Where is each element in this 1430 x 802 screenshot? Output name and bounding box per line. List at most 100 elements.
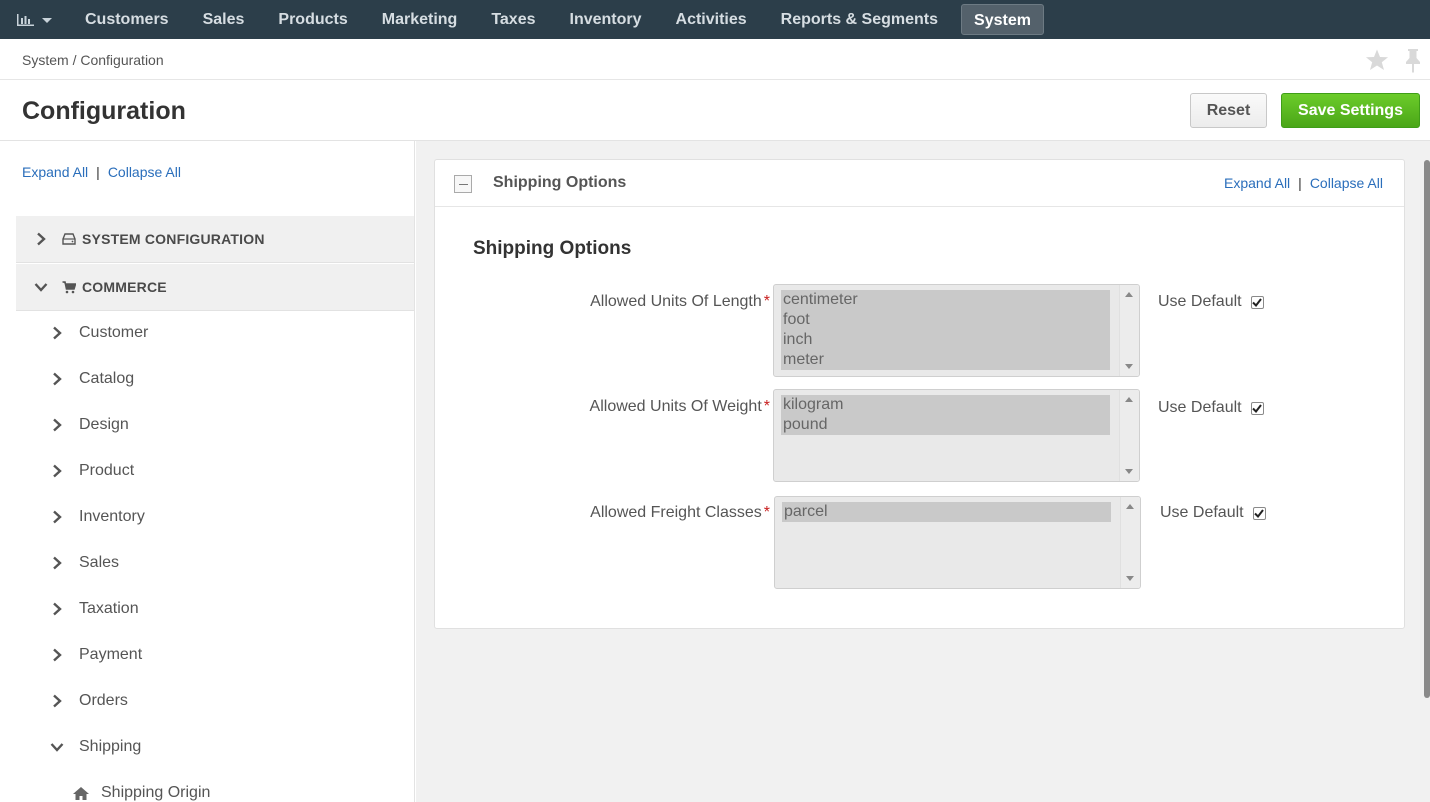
hdd-icon xyxy=(62,233,78,245)
scroll-up-arrow-icon[interactable] xyxy=(1126,504,1134,509)
select-option[interactable]: centimeter xyxy=(781,290,1110,310)
listbox-scrollbar[interactable] xyxy=(1120,497,1140,588)
sidebar-item-label: Shipping xyxy=(79,738,142,755)
chevron-down-icon xyxy=(48,742,66,752)
panel-expand-collapse: Expand All | Collapse All xyxy=(1224,175,1383,191)
sidebar-item-shipping[interactable]: Shipping xyxy=(48,732,141,762)
home-icon xyxy=(72,786,92,801)
field-label-text: Allowed Units Of Weight xyxy=(589,398,762,415)
chevron-right-icon xyxy=(32,232,50,246)
breadcrumb: System / Configuration xyxy=(22,52,164,68)
select-option[interactable]: meter xyxy=(781,350,1110,370)
required-mark: * xyxy=(763,398,770,415)
nav-inventory[interactable]: Inventory xyxy=(553,0,659,39)
sidebar-item-taxation[interactable]: Taxation xyxy=(48,594,139,624)
shopping-cart-icon xyxy=(62,280,78,294)
page-title: Configuration xyxy=(22,97,186,125)
nav-reports-segments[interactable]: Reports & Segments xyxy=(764,0,955,39)
field-label-text: Allowed Units Of Length xyxy=(590,293,762,310)
nav-marketing[interactable]: Marketing xyxy=(365,0,475,39)
sidebar-item-label: Orders xyxy=(79,692,128,709)
scroll-down-arrow-icon[interactable] xyxy=(1126,576,1134,581)
scroll-up-arrow-icon[interactable] xyxy=(1125,292,1133,297)
sidebar-item-inventory[interactable]: Inventory xyxy=(48,502,145,532)
field-label-text: Allowed Freight Classes xyxy=(590,504,762,521)
link-separator: | xyxy=(1298,175,1302,191)
sidebar-expand-collapse: Expand All | Collapse All xyxy=(22,164,181,180)
nav-activities[interactable]: Activities xyxy=(659,0,764,39)
sidebar-item-orders[interactable]: Orders xyxy=(48,686,128,716)
top-navigation: Customers Sales Products Marketing Taxes… xyxy=(0,0,1430,39)
sidebar-collapse-all-link[interactable]: Collapse All xyxy=(108,164,181,180)
select-option[interactable]: kilogram xyxy=(781,395,1110,415)
nav-system[interactable]: System xyxy=(961,4,1044,35)
sidebar-section-label: COMMERCE xyxy=(82,279,167,295)
main-content: Shipping Options Expand All | Collapse All… xyxy=(416,141,1430,802)
section-title: Shipping Options xyxy=(473,238,632,259)
nav-taxes[interactable]: Taxes xyxy=(474,0,552,39)
use-default-freight: Use Default xyxy=(1160,504,1266,522)
listbox-scrollbar[interactable] xyxy=(1119,390,1139,481)
checkmark-icon xyxy=(1254,508,1264,518)
sidebar-item-label: Product xyxy=(79,462,135,479)
shipping-options-panel: Shipping Options Expand All | Collapse All… xyxy=(434,159,1405,629)
scroll-down-arrow-icon[interactable] xyxy=(1125,364,1133,369)
use-default-checkbox[interactable] xyxy=(1252,506,1266,520)
required-mark: * xyxy=(763,293,770,310)
chevron-right-icon xyxy=(48,648,66,662)
units-of-length-select[interactable]: centimeter foot inch meter xyxy=(773,284,1140,377)
collapse-panel-icon[interactable] xyxy=(454,175,472,193)
use-default-label: Use Default xyxy=(1160,504,1244,521)
panel-collapse-all-link[interactable]: Collapse All xyxy=(1310,175,1383,191)
use-default-checkbox[interactable] xyxy=(1250,401,1264,415)
use-default-checkbox[interactable] xyxy=(1250,295,1264,309)
save-settings-button[interactable]: Save Settings xyxy=(1281,93,1420,128)
sidebar-item-label: Design xyxy=(79,416,129,433)
sidebar-expand-all-link[interactable]: Expand All xyxy=(22,164,88,180)
sidebar-item-label: Customer xyxy=(79,324,149,341)
nav-products[interactable]: Products xyxy=(261,0,364,39)
sidebar-item-label: Taxation xyxy=(79,600,139,617)
nav-sales[interactable]: Sales xyxy=(186,0,262,39)
nav-customers[interactable]: Customers xyxy=(68,0,186,39)
dashboard-menu[interactable] xyxy=(0,0,68,39)
sidebar-item-design[interactable]: Design xyxy=(48,410,129,440)
scroll-up-arrow-icon[interactable] xyxy=(1125,397,1133,402)
scroll-down-arrow-icon[interactable] xyxy=(1125,469,1133,474)
select-option[interactable]: parcel xyxy=(782,502,1111,522)
sidebar-section-commerce[interactable]: COMMERCE xyxy=(16,264,414,311)
sidebar-item-sales[interactable]: Sales xyxy=(48,548,119,578)
chevron-right-icon xyxy=(48,418,66,432)
pin-icon[interactable] xyxy=(1402,47,1424,73)
sidebar-item-customer[interactable]: Customer xyxy=(48,318,148,348)
sidebar-item-label: Sales xyxy=(79,554,120,571)
chevron-right-icon xyxy=(48,510,66,524)
field-label-units-of-weight: Allowed Units Of Weight * xyxy=(590,398,770,416)
page-scrollbar[interactable] xyxy=(1424,160,1430,698)
select-option[interactable]: inch xyxy=(781,330,1110,350)
sidebar-item-shipping-origin[interactable]: Shipping Origin xyxy=(72,778,210,802)
sidebar-item-label: Payment xyxy=(79,646,143,663)
chevron-right-icon xyxy=(48,464,66,478)
options-list: parcel xyxy=(782,502,1111,522)
freight-classes-select[interactable]: parcel xyxy=(774,496,1141,589)
sidebar-item-payment[interactable]: Payment xyxy=(48,640,142,670)
chevron-right-icon xyxy=(48,372,66,386)
chevron-right-icon xyxy=(48,326,66,340)
select-option[interactable]: pound xyxy=(781,415,1110,435)
sidebar-section-system-configuration[interactable]: SYSTEM CONFIGURATION xyxy=(16,216,414,263)
sidebar-item-catalog[interactable]: Catalog xyxy=(48,364,134,394)
use-default-label: Use Default xyxy=(1158,293,1242,310)
config-sidebar: Expand All | Collapse All SYSTEM CONFIGURA… xyxy=(0,141,415,802)
star-icon[interactable] xyxy=(1365,48,1389,72)
units-of-weight-select[interactable]: kilogram pound xyxy=(773,389,1140,482)
sidebar-item-product[interactable]: Product xyxy=(48,456,134,486)
checkmark-icon xyxy=(1252,297,1262,307)
use-default-weight: Use Default xyxy=(1158,399,1264,417)
select-option[interactable]: foot xyxy=(781,310,1110,330)
reset-button[interactable]: Reset xyxy=(1190,93,1267,128)
listbox-scrollbar[interactable] xyxy=(1119,285,1139,376)
required-mark: * xyxy=(763,504,770,521)
use-default-label: Use Default xyxy=(1158,399,1242,416)
panel-expand-all-link[interactable]: Expand All xyxy=(1224,175,1290,191)
